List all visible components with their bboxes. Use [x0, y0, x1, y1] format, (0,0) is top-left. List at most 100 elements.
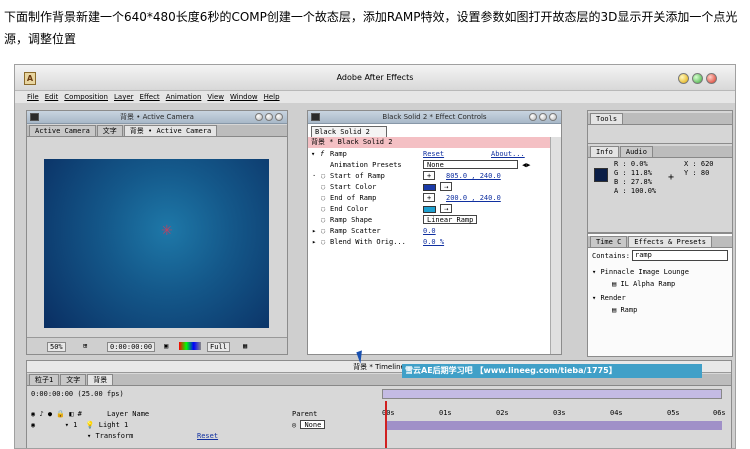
menu-window[interactable]: Window	[230, 91, 258, 103]
comp-close-icon[interactable]	[275, 113, 283, 121]
close-icon[interactable]	[706, 73, 717, 84]
tab-background[interactable]: 背景	[87, 374, 114, 385]
tab-background-camera[interactable]: 背景 • Active Camera	[123, 125, 218, 136]
maximize-icon[interactable]	[692, 73, 703, 84]
tab-audio[interactable]: Audio	[619, 146, 653, 157]
column-layer-name[interactable]: Layer Name	[107, 409, 149, 419]
expand-arrow-icon[interactable]: ▾	[311, 149, 315, 160]
zoom-select[interactable]: 50%	[47, 342, 66, 352]
safe-zones-icon[interactable]: ⊞	[83, 342, 87, 350]
fx-item-ramp[interactable]: ▤ Ramp	[612, 306, 637, 314]
fx-category-render[interactable]: ▾ Render	[592, 294, 626, 302]
channel-icon[interactable]	[179, 342, 201, 350]
menu-layer[interactable]: Layer	[114, 91, 134, 103]
stopwatch-icon[interactable]: ◌	[321, 182, 325, 193]
info-y: Y : 80	[684, 169, 710, 177]
menu-composition[interactable]: Composition	[64, 91, 108, 103]
comp-tabs: Active Camera 文字 背景 • Active Camera	[27, 125, 287, 137]
tab-tools[interactable]: Tools	[590, 113, 624, 124]
comp-max-icon[interactable]	[265, 113, 273, 121]
fx-tabs: Time C Effects & Presets	[588, 236, 732, 248]
animation-presets-dropdown[interactable]: None	[423, 160, 518, 171]
end-point-picker-icon[interactable]: +	[423, 193, 436, 204]
fx-max-icon[interactable]	[539, 113, 547, 121]
ruler-tick: 01s	[439, 409, 452, 417]
effect-scrollbar[interactable]	[550, 137, 561, 354]
tab-time-controls[interactable]: Time C	[590, 236, 628, 247]
fx-close-icon[interactable]	[549, 113, 557, 121]
work-area-bar[interactable]	[382, 389, 722, 399]
menu-file[interactable]: File	[27, 91, 39, 103]
row-blend-with-original: ▸ ◌ Blend With Orig... 0.0 %	[308, 237, 549, 248]
stopwatch-icon[interactable]: ◌	[321, 171, 325, 182]
label-start-color: Start Color	[330, 183, 377, 191]
instruction-text: 下面制作背景新建一个640*480长度6秒的COMP创建一个故态层，添加RAMP…	[4, 10, 738, 46]
ruler-tick: 00s	[382, 409, 395, 417]
app-title: Adobe After Effects	[336, 73, 414, 82]
light-position-icon[interactable]: ✳	[161, 224, 173, 238]
comp-min-icon[interactable]	[255, 113, 263, 121]
preset-nav-icon[interactable]: ◀▶	[522, 160, 530, 171]
ramp-shape-dropdown[interactable]: Linear Ramp	[423, 215, 478, 226]
snapshot-icon[interactable]: ▣	[164, 342, 168, 350]
tools-tabs: Tools	[588, 113, 732, 125]
start-point-picker-icon[interactable]: +	[423, 171, 436, 182]
row-end-color: ◌ End Color ⇢	[308, 204, 549, 215]
stopwatch-icon[interactable]: ◌	[321, 193, 325, 204]
minimize-icon[interactable]	[678, 73, 689, 84]
layer-parent-select[interactable]: ◎ None	[292, 420, 326, 430]
menu-edit[interactable]: Edit	[45, 91, 59, 103]
tab-effects-presets[interactable]: Effects & Presets	[628, 236, 712, 247]
row-end-of-ramp: ◌ End of Ramp + 200.0 , 240.0	[308, 193, 549, 204]
twirl-icon[interactable]: ·	[312, 171, 316, 182]
layer-row[interactable]: ◉ ▾ 1 💡 Light 1	[31, 420, 128, 430]
tab-text[interactable]: 文字	[60, 374, 87, 385]
after-effects-window: A Adobe After Effects File Edit Composit…	[14, 64, 736, 449]
end-of-ramp-value[interactable]: 200.0 , 240.0	[446, 193, 501, 204]
tab-black-solid[interactable]: Black Solid 2	[311, 126, 387, 137]
stopwatch-icon[interactable]: ◌	[321, 237, 325, 248]
fx-icon[interactable]: f	[320, 149, 324, 160]
transform-group[interactable]: ▾ Transform	[87, 431, 133, 441]
composition-viewer[interactable]: ✳	[44, 159, 269, 328]
fx-category-pinnacle[interactable]: ▾ Pinnacle Image Lounge	[592, 268, 689, 276]
column-parent[interactable]: Parent	[292, 409, 317, 419]
end-color-swatch[interactable]: ⇢	[423, 204, 453, 215]
blend-value[interactable]: 0.0 %	[423, 237, 444, 248]
timeline-timecode[interactable]: 0:00:00:00 (25.00 fps)	[31, 389, 124, 399]
resolution-select[interactable]: Full	[207, 342, 230, 352]
composition-panel: 背景 • Active Camera Active Camera 文字 背景 •…	[26, 110, 288, 355]
tab-info[interactable]: Info	[590, 146, 619, 157]
timecode-display[interactable]: 0:00:00:00	[107, 342, 156, 352]
reset-link[interactable]: Reset	[423, 149, 444, 160]
ruler-tick: 04s	[610, 409, 623, 417]
twirl-icon[interactable]: ▸	[312, 226, 316, 237]
twirl-icon[interactable]: ▸	[312, 237, 316, 248]
start-color-swatch[interactable]: ⇢	[423, 182, 453, 193]
tab-active-camera[interactable]: Active Camera	[29, 125, 96, 136]
ramp-scatter-value[interactable]: 0.0	[423, 226, 436, 237]
label-end-of-ramp: End of Ramp	[330, 194, 377, 202]
contains-search-input[interactable]: ramp	[632, 250, 728, 261]
tab-particle[interactable]: 粒子1	[29, 374, 60, 385]
stopwatch-icon[interactable]: ◌	[321, 215, 325, 226]
stopwatch-icon[interactable]: ◌	[321, 204, 325, 215]
row-start-color: ◌ Start Color ⇢	[308, 182, 549, 193]
fx-min-icon[interactable]	[529, 113, 537, 121]
stopwatch-icon[interactable]: ◌	[321, 226, 325, 237]
start-of-ramp-value[interactable]: 805.0 , 240.0	[446, 171, 501, 182]
fx-item-il-alpha-ramp[interactable]: ▤ IL Alpha Ramp	[612, 280, 675, 288]
comp-panel-icon	[30, 113, 39, 121]
region-icon[interactable]: ▦	[243, 342, 247, 350]
menu-animation[interactable]: Animation	[166, 91, 202, 103]
menu-view[interactable]: View	[207, 91, 224, 103]
menu-help[interactable]: Help	[264, 91, 280, 103]
time-ruler[interactable]: 00s 01s 02s 03s 04s 05s 06s	[382, 409, 726, 419]
info-r: R : 0.0%	[614, 160, 648, 168]
menu-effect[interactable]: Effect	[140, 91, 160, 103]
comp-footer: 50% ⊞ 0:00:00:00 ▣ Full ▦	[27, 337, 287, 354]
tab-text[interactable]: 文字	[96, 125, 123, 136]
transform-reset-link[interactable]: Reset	[197, 431, 218, 441]
about-link[interactable]: About...	[491, 149, 525, 160]
layer-duration-bar[interactable]	[387, 421, 722, 430]
